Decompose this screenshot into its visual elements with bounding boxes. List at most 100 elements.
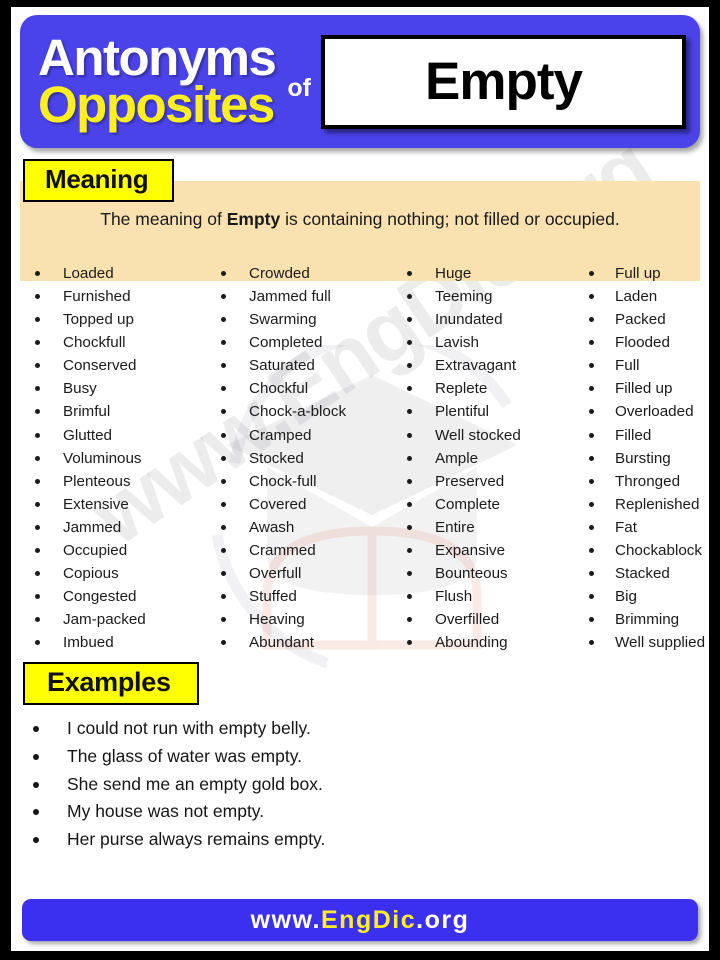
- meaning-label: Meaning: [23, 159, 175, 202]
- header-banner: Antonyms Opposites of Empty: [20, 15, 700, 148]
- antonym-item: Brimful: [19, 400, 205, 423]
- antonym-item: Topped up: [19, 308, 205, 331]
- antonym-item: Conserved: [19, 354, 205, 377]
- antonym-item: Overfilled: [391, 608, 577, 631]
- title-antonyms: Antonyms: [38, 28, 277, 86]
- antonym-item: Expansive: [391, 539, 577, 562]
- antonym-item: Abundant: [205, 631, 391, 654]
- title-opposites: Opposites: [38, 75, 275, 133]
- antonyms-grid: Loaded Furnished Topped up Chockfull Conserv…: [11, 262, 709, 655]
- antonym-item: Swarming: [205, 308, 391, 331]
- antonym-item: Congested: [19, 585, 205, 608]
- antonym-item: Chock-full: [205, 470, 391, 493]
- antonym-item: Chockfull: [19, 331, 205, 354]
- antonym-item: Thronged: [577, 470, 709, 493]
- antonym-item: Replete: [391, 377, 577, 400]
- footer-banner[interactable]: www.EngDic.org: [22, 899, 698, 941]
- antonym-item: Chockful: [205, 377, 391, 400]
- antonym-item: Chock-a-block: [205, 400, 391, 423]
- antonym-item: Well stocked: [391, 424, 577, 447]
- footer-tld: .org: [416, 905, 470, 934]
- antonym-item: Stocked: [205, 447, 391, 470]
- footer-website-text: www.EngDic.org: [250, 905, 470, 934]
- examples-list: I could not run with empty belly. The gla…: [11, 715, 709, 853]
- antonym-item: Jammed: [19, 516, 205, 539]
- poster-page: www.EngDic.org Antonyms Opposites of Emp…: [0, 0, 720, 960]
- antonym-item: Chockablock: [577, 539, 709, 562]
- antonym-item: Stuffed: [205, 585, 391, 608]
- antonym-item: Full: [577, 354, 709, 377]
- title-stack: Antonyms Opposites: [38, 28, 277, 133]
- antonym-item: Filled: [577, 424, 709, 447]
- meaning-text-suffix: is containing nothing; not filled or occ…: [280, 209, 620, 229]
- examples-section: Examples I could not run with empty bell…: [11, 662, 709, 853]
- antonym-item: Overfull: [205, 562, 391, 585]
- antonym-item: Extensive: [19, 493, 205, 516]
- antonym-item: Crowded: [205, 262, 391, 285]
- footer-www: www.: [250, 905, 321, 934]
- examples-label: Examples: [23, 662, 199, 706]
- antonyms-column-3: Huge Teeming Inundated Lavish Extravagant Rep…: [391, 262, 577, 655]
- antonym-item: Occupied: [19, 539, 205, 562]
- antonym-item: Lavish: [391, 331, 577, 354]
- antonym-item: Jam-packed: [19, 608, 205, 631]
- antonym-item: Covered: [205, 493, 391, 516]
- antonym-item: Preserved: [391, 470, 577, 493]
- antonym-item: Abounding: [391, 631, 577, 654]
- antonym-item: Laden: [577, 285, 709, 308]
- antonym-item: Glutted: [19, 424, 205, 447]
- meaning-text-word: Empty: [226, 209, 281, 229]
- antonym-item: Stacked: [577, 562, 709, 585]
- antonym-item: Saturated: [205, 354, 391, 377]
- title-connector: of: [287, 74, 311, 102]
- antonyms-column-2: Crowded Jammed full Swarming Completed Satur…: [205, 262, 391, 655]
- antonym-item: Completed: [205, 331, 391, 354]
- antonym-item: Well supplied: [577, 631, 709, 654]
- headword-box: Empty: [320, 34, 686, 129]
- antonyms-column-1: Loaded Furnished Topped up Chockfull Conserv…: [19, 262, 205, 655]
- antonym-item: Jammed full: [205, 285, 391, 308]
- antonym-item: Brimming: [577, 608, 709, 631]
- antonym-item: Huge: [391, 262, 577, 285]
- antonym-item: Voluminous: [19, 447, 205, 470]
- antonym-item: Busy: [19, 377, 205, 400]
- example-item: She send me an empty gold box.: [11, 771, 709, 799]
- example-item: Her purse always remains empty.: [11, 826, 709, 854]
- headword-text: Empty: [424, 52, 583, 111]
- antonym-item: Big: [577, 585, 709, 608]
- antonym-item: Bounteous: [391, 562, 577, 585]
- antonym-item: Imbued: [19, 631, 205, 654]
- antonym-item: Plenteous: [19, 470, 205, 493]
- antonym-item: Flush: [391, 585, 577, 608]
- antonym-item: Teeming: [391, 285, 577, 308]
- antonym-item: Ample: [391, 447, 577, 470]
- antonym-item: Flooded: [577, 331, 709, 354]
- antonym-item: Plentiful: [391, 400, 577, 423]
- example-item: I could not run with empty belly.: [11, 715, 709, 743]
- antonym-item: Bursting: [577, 447, 709, 470]
- antonym-item: Crammed: [205, 539, 391, 562]
- footer-brand: EngDic: [321, 905, 417, 934]
- meaning-text: The meaning of Empty is containing nothi…: [11, 202, 709, 232]
- example-item: The glass of water was empty.: [11, 743, 709, 771]
- meaning-text-prefix: The meaning of: [100, 209, 227, 229]
- antonym-item: Full up: [577, 262, 709, 285]
- antonym-item: Entire: [391, 516, 577, 539]
- antonym-item: Heaving: [205, 608, 391, 631]
- antonym-item: Fat: [577, 516, 709, 539]
- antonym-item: Complete: [391, 493, 577, 516]
- meaning-section: Meaning The meaning of Empty is containi…: [11, 159, 709, 281]
- antonym-item: Filled up: [577, 377, 709, 400]
- example-item: My house was not empty.: [11, 798, 709, 826]
- antonym-item: Overloaded: [577, 400, 709, 423]
- antonym-item: Copious: [19, 562, 205, 585]
- antonym-item: Loaded: [19, 262, 205, 285]
- antonym-item: Inundated: [391, 308, 577, 331]
- antonym-item: Extravagant: [391, 354, 577, 377]
- antonym-item: Cramped: [205, 424, 391, 447]
- antonyms-column-4: Full up Laden Packed Flooded Full Filled up Ov…: [577, 262, 709, 655]
- antonym-item: Replenished: [577, 493, 709, 516]
- antonym-item: Awash: [205, 516, 391, 539]
- antonym-item: Furnished: [19, 285, 205, 308]
- antonym-item: Packed: [577, 308, 709, 331]
